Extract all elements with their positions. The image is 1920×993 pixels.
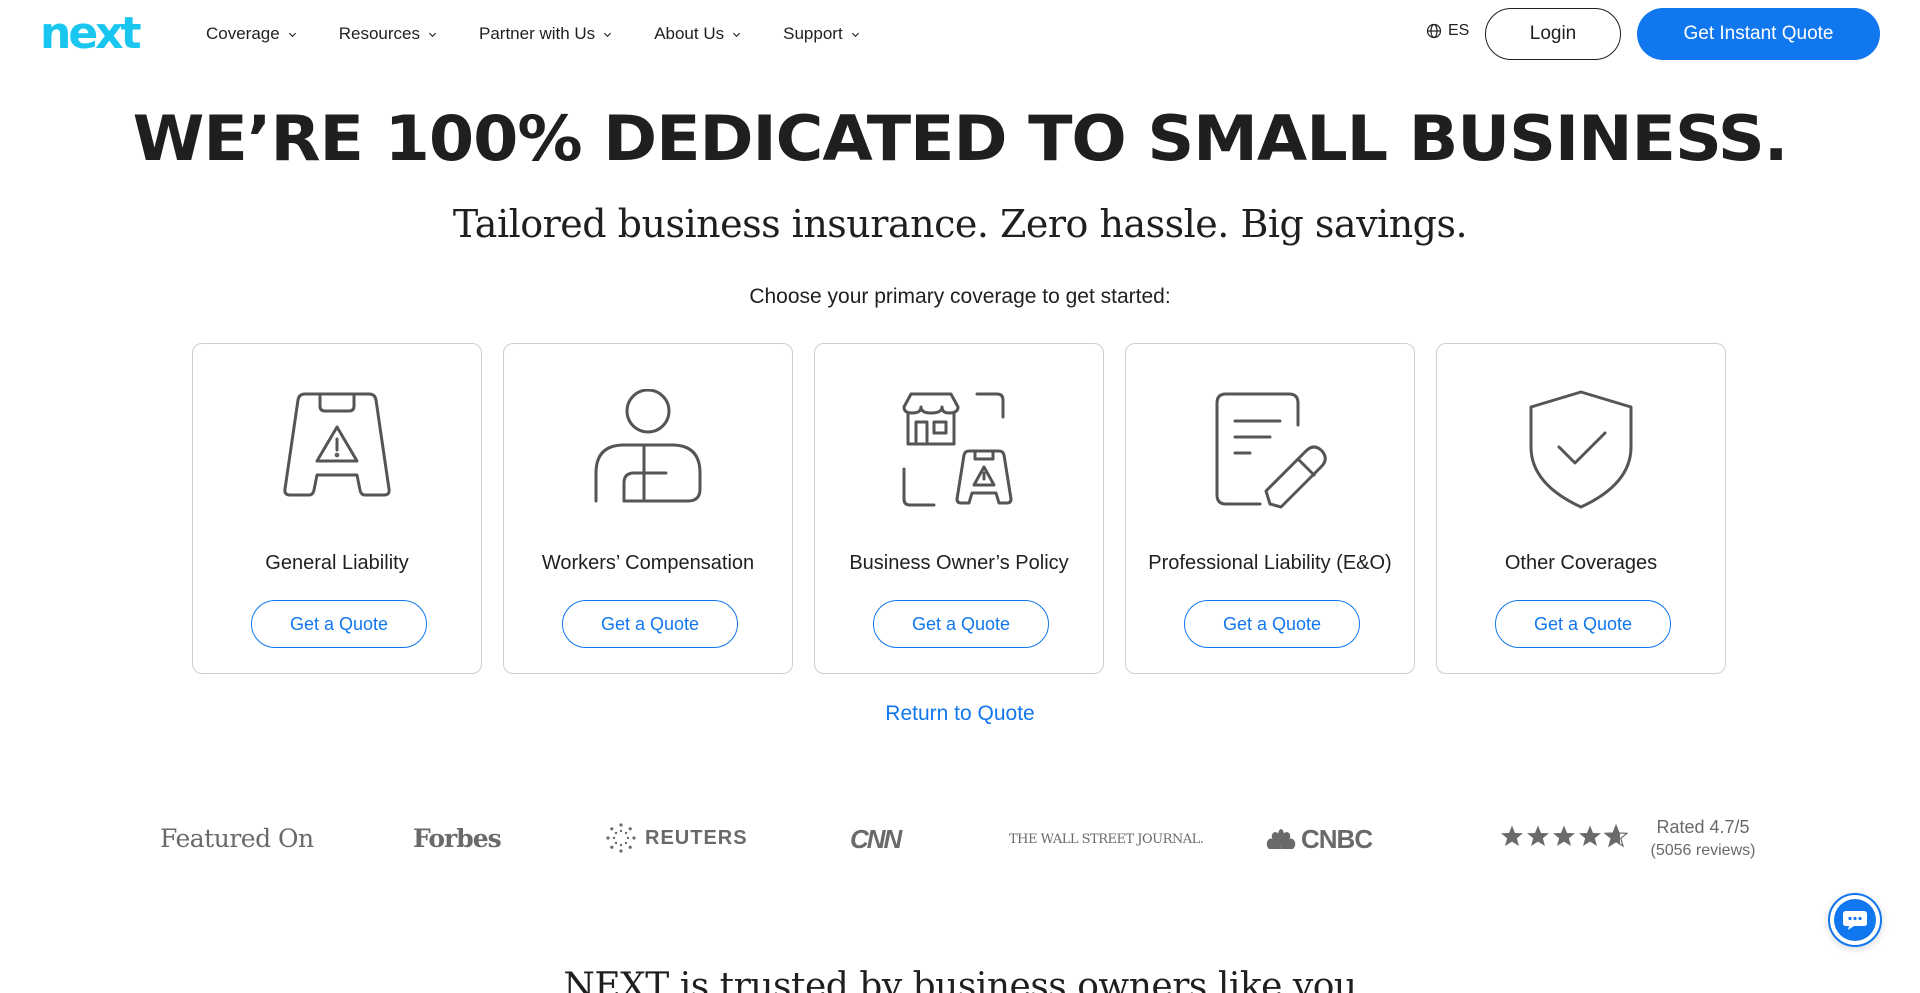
trusted-heading: NEXT is trusted by business owners like … — [563, 966, 1357, 993]
get-a-quote-button[interactable]: Get a Quote — [873, 600, 1049, 648]
nav-resources[interactable]: Resources — [339, 24, 437, 44]
chevron-down-icon — [428, 32, 437, 37]
coverage-prompt: Choose your primary coverage to get star… — [749, 285, 1171, 308]
wet-floor-sign-icon — [272, 384, 402, 514]
get-a-quote-button[interactable]: Get a Quote — [562, 600, 738, 648]
globe-icon — [1426, 23, 1442, 39]
card-general-liability[interactable]: General Liability Get a Quote — [192, 343, 482, 674]
svg-text:next: next — [40, 14, 142, 54]
featured-on-strip: Featured On Forbes REUTERS CNN THE WALL … — [0, 817, 1920, 862]
card-label: Business Owner’s Policy — [849, 552, 1069, 574]
reuters-logo: REUTERS — [605, 822, 748, 854]
chevron-down-icon — [851, 32, 859, 37]
nav-resources-label: Resources — [338, 24, 420, 43]
main-nav: Coverage Resources Partner with Us About… — [206, 0, 902, 68]
card-label: Professional Liability (E&O) — [1148, 552, 1392, 574]
card-label: Workers’ Compensation — [541, 552, 755, 574]
get-a-quote-button[interactable]: Get a Quote — [1495, 600, 1671, 648]
site-header: next Coverage Resources Partner with Us … — [0, 0, 1920, 68]
injured-worker-icon — [583, 384, 713, 514]
rating-summary: Rated 4.7/5 (5056 reviews) — [1648, 817, 1758, 860]
reuters-dot-icon — [606, 823, 636, 853]
storefront-bundle-icon — [894, 384, 1024, 514]
forbes-logo: Forbes — [413, 824, 502, 853]
reuters-text: REUTERS — [645, 826, 748, 849]
rating-stars — [1500, 824, 1628, 848]
card-workers-compensation[interactable]: Workers’ Compensation Get a Quote — [503, 343, 793, 674]
nav-about-label: About Us — [654, 24, 725, 43]
cnbc-logo: CNBC — [1265, 824, 1373, 855]
nav-partner-label: Partner with Us — [478, 24, 596, 43]
peacock-icon — [1266, 828, 1296, 849]
next-logo[interactable]: next — [40, 14, 176, 54]
wsj-logo: THE WALL STREET JOURNAL. — [1009, 832, 1204, 847]
get-instant-quote-button[interactable]: Get Instant Quote — [1637, 8, 1880, 60]
nav-partner[interactable]: Partner with Us — [479, 24, 612, 44]
get-a-quote-button[interactable]: Get a Quote — [1184, 600, 1360, 648]
cnn-logo: CNN — [850, 824, 902, 854]
nav-coverage-label: Coverage — [206, 24, 280, 43]
card-label: Other Coverages — [1504, 552, 1658, 574]
page-title: WE’RE 100% DEDICATED TO SMALL BUSINESS. — [132, 102, 1789, 175]
chat-widget-button[interactable] — [1828, 893, 1882, 947]
nav-about[interactable]: About Us — [654, 24, 741, 44]
get-a-quote-button[interactable]: Get a Quote — [251, 600, 427, 648]
language-label: ES — [1448, 22, 1470, 39]
card-business-owners-policy[interactable]: Business Owner’s Policy Get a Quote — [814, 343, 1104, 674]
star-half-icon — [1604, 824, 1628, 848]
coverage-cards: General Liability Get a Quote Workers’ C… — [192, 343, 1726, 674]
card-other-coverages[interactable]: Other Coverages Get a Quote — [1436, 343, 1726, 674]
language-toggle[interactable]: ES — [1426, 22, 1469, 40]
star-icon — [1579, 825, 1601, 846]
chevron-down-icon — [604, 32, 612, 37]
page-subtitle: Tailored business insurance. Zero hassle… — [452, 202, 1468, 246]
card-label: General Liability — [265, 552, 409, 574]
rating-text: Rated 4.7/5 — [1656, 817, 1750, 837]
card-professional-liability[interactable]: Professional Liability (E&O) Get a Quote — [1125, 343, 1415, 674]
star-icon — [1501, 825, 1523, 846]
cnbc-text: CNBC — [1301, 824, 1373, 854]
star-icon — [1527, 825, 1549, 846]
shield-check-icon — [1516, 384, 1646, 514]
nav-support[interactable]: Support — [783, 24, 860, 44]
nav-coverage[interactable]: Coverage — [206, 24, 297, 44]
star-icon — [1553, 825, 1575, 846]
chat-bubble-icon — [1834, 899, 1876, 941]
login-button[interactable]: Login — [1485, 8, 1621, 60]
chevron-down-icon — [733, 32, 741, 37]
document-pen-icon — [1205, 384, 1335, 514]
nav-support-label: Support — [783, 24, 843, 43]
return-to-quote-link[interactable]: Return to Quote — [0, 702, 1920, 726]
reviews-count: (5056 reviews) — [1650, 842, 1756, 859]
featured-on-label: Featured On — [160, 824, 314, 853]
chevron-down-icon — [288, 32, 296, 37]
